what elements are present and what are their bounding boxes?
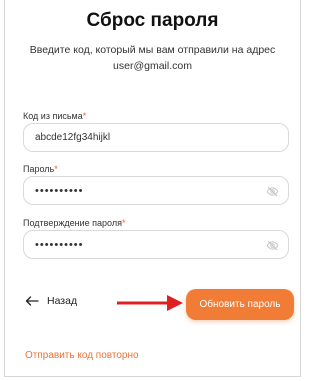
password-label: Пароль* — [23, 164, 58, 174]
confirm-password-label: Подтверждение пароля* — [23, 218, 126, 228]
password-field[interactable] — [23, 176, 289, 205]
confirm-password-field[interactable] — [23, 230, 289, 259]
red-arrow-icon — [117, 295, 183, 311]
eye-slash-icon[interactable] — [266, 185, 279, 198]
page-title: Сброс пароля — [86, 10, 219, 31]
eye-slash-icon[interactable] — [266, 239, 279, 252]
back-label: Назад — [47, 295, 78, 307]
update-password-button[interactable]: Обновить пароль — [186, 289, 294, 320]
required-mark: * — [121, 218, 126, 228]
required-mark: * — [82, 111, 87, 121]
confirm-password-input[interactable] — [35, 238, 255, 251]
password-input[interactable] — [35, 184, 255, 197]
code-label: Код из письма* — [23, 111, 87, 121]
arrow-left-icon — [25, 296, 39, 306]
required-mark: * — [54, 164, 58, 174]
code-input[interactable] — [35, 132, 255, 143]
subtitle-text: Введите код, который мы вам отправили на… — [29, 44, 276, 56]
email-address: user@gmail.com — [113, 60, 192, 72]
back-button[interactable]: Назад — [25, 295, 77, 307]
subtitle: Введите код, который мы вам отправили на… — [5, 42, 300, 74]
resend-code-link[interactable]: Отправить код повторно — [25, 350, 139, 361]
code-field[interactable] — [23, 123, 289, 152]
reset-password-card: Сброс пароля Введите код, который мы вам… — [4, 0, 301, 377]
